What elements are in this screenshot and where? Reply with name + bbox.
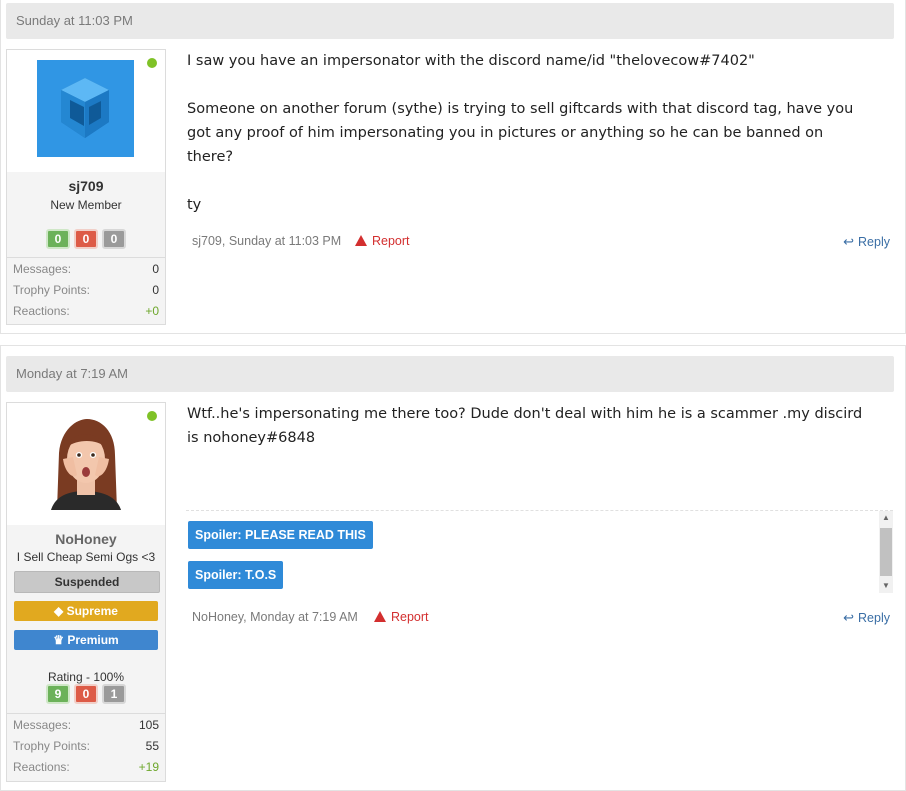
stat-messages: Messages: 0 bbox=[7, 258, 165, 279]
stat-value: 105 bbox=[138, 718, 159, 732]
post-date-bar: Sunday at 11:03 PM bbox=[6, 3, 894, 39]
spoiler-button-tos[interactable]: Spoiler: T.O.S bbox=[188, 561, 284, 589]
avatar[interactable] bbox=[37, 60, 134, 157]
user-stats: Messages: 105 Trophy Points: 55 Reactions:… bbox=[7, 713, 165, 777]
user-title: I Sell Cheap Semi Ogs <3 bbox=[16, 550, 156, 564]
username[interactable]: sj709 bbox=[7, 178, 165, 194]
stat-value: +0 bbox=[145, 304, 159, 318]
warning-icon bbox=[374, 611, 386, 622]
stat-trophy: Trophy Points: 55 bbox=[7, 735, 165, 756]
stat-reactions: Reactions: +19 bbox=[7, 756, 165, 777]
trophy-icon: ♛ bbox=[53, 633, 68, 647]
scroll-up-icon[interactable]: ▲ bbox=[879, 511, 893, 525]
badge-suspended: Suspended bbox=[14, 571, 160, 593]
stat-value: 55 bbox=[145, 739, 159, 753]
report-label: Report bbox=[372, 234, 410, 248]
reputation: 901 bbox=[7, 684, 165, 704]
user-stats: Messages: 0 Trophy Points: 0 Reactions: +0 bbox=[7, 257, 165, 321]
badge-label: Supreme bbox=[66, 604, 118, 618]
scrollbar-thumb[interactable] bbox=[880, 528, 892, 576]
stat-trophy: Trophy Points: 0 bbox=[7, 279, 165, 300]
reply-label: Reply bbox=[858, 235, 890, 249]
post-date-bar: Monday at 7:19 AM bbox=[6, 356, 894, 392]
diamond-icon: ◆ bbox=[54, 604, 67, 618]
reply-link[interactable]: ↩ Reply bbox=[843, 610, 890, 626]
stat-label: Messages: bbox=[13, 718, 72, 732]
username[interactable]: NoHoney bbox=[7, 531, 165, 547]
post-date[interactable]: Monday at 7:19 AM bbox=[16, 366, 128, 381]
stat-messages: Messages: 105 bbox=[7, 714, 165, 735]
avatar-container bbox=[7, 403, 165, 525]
stat-label: Trophy Points: bbox=[13, 283, 90, 297]
stat-label: Reactions: bbox=[13, 760, 70, 774]
warning-icon bbox=[355, 235, 367, 246]
stat-label: Reactions: bbox=[13, 304, 70, 318]
user-panel: sj709 New Member 000 Messages: 0 Trophy P… bbox=[6, 49, 166, 325]
stat-value: 0 bbox=[152, 283, 159, 297]
reply-icon: ↩ bbox=[843, 610, 855, 625]
post-footer: sj709, Sunday at 11:03 PM Report ↩ Reply bbox=[192, 231, 890, 251]
report-label: Report bbox=[391, 610, 429, 624]
online-indicator bbox=[147, 411, 157, 421]
badge-supreme: ◆ Supreme bbox=[14, 601, 158, 621]
online-indicator bbox=[147, 58, 157, 68]
avatar-container bbox=[7, 50, 165, 172]
stat-label: Messages: bbox=[13, 262, 72, 276]
avatar[interactable] bbox=[37, 413, 134, 510]
stat-value: +19 bbox=[138, 760, 159, 774]
badge-premium: ♛ Premium bbox=[14, 630, 158, 650]
user-title: New Member bbox=[50, 198, 122, 212]
rating-label: Rating - 100% bbox=[47, 670, 125, 684]
stat-reactions: Reactions: +0 bbox=[7, 300, 165, 321]
spoiler-container: Spoiler: PLEASE READ THIS Spoiler: T.O.S… bbox=[186, 510, 893, 593]
rep-positive[interactable]: 9 bbox=[46, 684, 70, 704]
rep-negative[interactable]: 0 bbox=[74, 684, 98, 704]
scroll-down-icon[interactable]: ▼ bbox=[879, 579, 893, 593]
rep-negative[interactable]: 0 bbox=[74, 229, 98, 249]
spoiler-button-read-this[interactable]: Spoiler: PLEASE READ THIS bbox=[188, 521, 373, 549]
post-date[interactable]: Sunday at 11:03 PM bbox=[16, 13, 133, 28]
reply-label: Reply bbox=[858, 611, 890, 625]
rep-positive[interactable]: 0 bbox=[46, 229, 70, 249]
report-link[interactable]: Report bbox=[355, 234, 410, 248]
scrollbar[interactable]: ▲ ▼ bbox=[879, 511, 893, 593]
post-meta[interactable]: sj709, Sunday at 11:03 PM bbox=[192, 234, 341, 248]
stat-value: 0 bbox=[152, 262, 159, 276]
reply-icon: ↩ bbox=[843, 234, 855, 249]
post-meta[interactable]: NoHoney, Monday at 7:19 AM bbox=[192, 610, 358, 624]
rep-neutral[interactable]: 1 bbox=[102, 684, 126, 704]
report-link[interactable]: Report bbox=[374, 610, 429, 624]
badge-label: Premium bbox=[67, 633, 119, 647]
post-footer: NoHoney, Monday at 7:19 AM Report ↩ Reply bbox=[192, 607, 890, 627]
message-body: Wtf..he's impersonating me there too? Du… bbox=[187, 406, 863, 446]
reputation: 000 bbox=[7, 229, 165, 249]
rep-neutral[interactable]: 0 bbox=[102, 229, 126, 249]
reply-link[interactable]: ↩ Reply bbox=[843, 234, 890, 250]
stat-label: Trophy Points: bbox=[13, 739, 90, 753]
message-body: I saw you have an impersonator with the … bbox=[187, 53, 854, 213]
user-panel: NoHoney I Sell Cheap Semi Ogs <3 Suspend… bbox=[6, 402, 166, 782]
